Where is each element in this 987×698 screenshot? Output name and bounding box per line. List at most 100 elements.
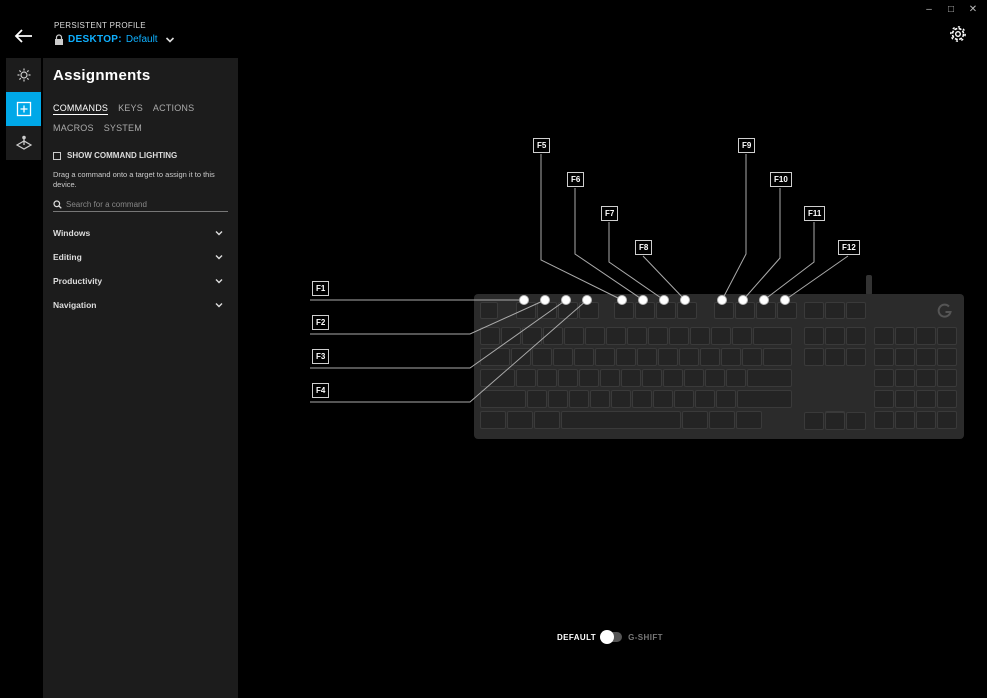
- fkey-label-f8[interactable]: F8: [635, 240, 653, 255]
- hotspot-f4[interactable]: [582, 295, 592, 305]
- hotspot-f2[interactable]: [540, 295, 550, 305]
- joystick-icon: [15, 135, 32, 150]
- hotspot-f9[interactable]: [717, 295, 727, 305]
- mode-gshift-label[interactable]: G-SHIFT: [628, 633, 663, 642]
- keyboard-key: [480, 411, 506, 429]
- maximize-button[interactable]: □: [945, 4, 957, 15]
- brightness-icon: [17, 68, 30, 82]
- callout-line-f11: [763, 222, 815, 301]
- fkey-label-f2[interactable]: F2: [312, 315, 330, 330]
- keyboard-key: [825, 348, 845, 366]
- keyboard-key: [695, 390, 715, 408]
- keyboard-key: [846, 327, 866, 345]
- keyboard-key: [721, 348, 741, 366]
- callout-line-f7: [608, 222, 665, 301]
- assignments-panel: Assignments COMMANDS KEYS ACTIONS MACROS…: [43, 58, 238, 698]
- fkey-label-f10[interactable]: F10: [770, 172, 792, 187]
- profile-selector[interactable]: DESKTOP: Default: [54, 34, 175, 45]
- category-windows[interactable]: Windows: [53, 228, 223, 238]
- hotspot-f8[interactable]: [680, 295, 690, 305]
- keyboard-key: [937, 369, 957, 387]
- show-lighting-row: SHOW COMMAND LIGHTING: [53, 151, 177, 160]
- keyboard-key: [763, 348, 792, 366]
- fkey-label-f6[interactable]: F6: [567, 172, 585, 187]
- keyboard-key: [632, 390, 652, 408]
- keyboard-key: [705, 369, 725, 387]
- keyboard-key: [690, 327, 710, 345]
- tab-keys[interactable]: KEYS: [118, 103, 143, 115]
- keyboard-key: [753, 327, 792, 345]
- keyboard-key: [627, 327, 647, 345]
- mode-default-label[interactable]: DEFAULT: [557, 633, 596, 642]
- keyboard-key: [534, 411, 560, 429]
- settings-button[interactable]: [949, 25, 967, 43]
- tab-commands[interactable]: COMMANDS: [53, 103, 109, 115]
- keyboard-key: [480, 327, 500, 345]
- keyboard-key: [916, 327, 936, 345]
- category-navigation[interactable]: Navigation: [53, 300, 223, 310]
- fkey-label-f4[interactable]: F4: [312, 383, 330, 398]
- lighting-nav-button[interactable]: [6, 58, 41, 92]
- tab-macros[interactable]: MACROS: [53, 123, 94, 133]
- keyboard-key: [561, 411, 681, 429]
- keyboard-key: [537, 369, 557, 387]
- hotspot-f6[interactable]: [638, 295, 648, 305]
- keyboard-key: [937, 411, 957, 429]
- minimize-button[interactable]: –: [923, 4, 935, 15]
- callout-line-f6: [574, 188, 644, 301]
- gear-icon: [950, 26, 966, 42]
- keyboard-key: [642, 369, 662, 387]
- keyboard-key: [916, 369, 936, 387]
- keyboard-key: [511, 348, 531, 366]
- hotspot-f12[interactable]: [780, 295, 790, 305]
- drag-hint: Drag a command onto a target to assign i…: [53, 170, 215, 189]
- hotspot-f7[interactable]: [659, 295, 669, 305]
- hotspot-f1[interactable]: [519, 295, 529, 305]
- keyboard-key: [653, 390, 673, 408]
- chevron-down-icon: [215, 279, 223, 284]
- fkey-label-f5[interactable]: F5: [533, 138, 551, 153]
- hotspot-f10[interactable]: [738, 295, 748, 305]
- keyboard-key: [679, 348, 699, 366]
- keyboard-key: [553, 348, 573, 366]
- fkey-label-f11[interactable]: F11: [804, 206, 826, 221]
- keyboard-key: [616, 348, 636, 366]
- keyboard-key: [590, 390, 610, 408]
- heatmap-nav-button[interactable]: [6, 126, 41, 160]
- hotspot-f5[interactable]: [617, 295, 627, 305]
- hotspot-f3[interactable]: [561, 295, 571, 305]
- plus-square-icon: [16, 101, 31, 117]
- callout-line-f10: [742, 188, 781, 301]
- gshift-toggle-switch[interactable]: [600, 630, 623, 644]
- keyboard-key: [480, 369, 515, 387]
- lock-icon: [55, 34, 63, 45]
- fkey-label-f1[interactable]: F1: [312, 281, 330, 296]
- keyboard-key: [825, 327, 845, 345]
- keyboard-key: [716, 390, 736, 408]
- keyboard-key: [937, 348, 957, 366]
- fkey-label-f7[interactable]: F7: [601, 206, 619, 221]
- back-button[interactable]: [12, 26, 36, 46]
- search-input[interactable]: [66, 199, 216, 209]
- keyboard-key: [501, 327, 521, 345]
- assignments-nav-button[interactable]: [6, 92, 41, 126]
- category-productivity[interactable]: Productivity: [53, 276, 223, 286]
- device-view: F1 F2 F3 F4 F5 F6 F7 F8 F9 F10 F11 F12 D…: [238, 58, 987, 698]
- keyboard-key: [684, 369, 704, 387]
- hotspot-f11[interactable]: [759, 295, 769, 305]
- fkey-label-f12[interactable]: F12: [838, 240, 860, 255]
- tab-system[interactable]: SYSTEM: [104, 123, 142, 133]
- keyboard-key: [825, 412, 845, 430]
- nav-rail: [6, 58, 41, 160]
- category-editing[interactable]: Editing: [53, 252, 223, 262]
- search-icon: [53, 199, 62, 209]
- keyboard-key: [916, 390, 936, 408]
- keyboard-key: [804, 327, 824, 345]
- keyboard-key: [711, 327, 731, 345]
- show-lighting-checkbox[interactable]: [53, 151, 61, 160]
- tab-actions[interactable]: ACTIONS: [153, 103, 194, 115]
- fkey-label-f9[interactable]: F9: [738, 138, 756, 153]
- keyboard-key: [611, 390, 631, 408]
- fkey-label-f3[interactable]: F3: [312, 349, 330, 364]
- close-button[interactable]: ✕: [967, 4, 979, 15]
